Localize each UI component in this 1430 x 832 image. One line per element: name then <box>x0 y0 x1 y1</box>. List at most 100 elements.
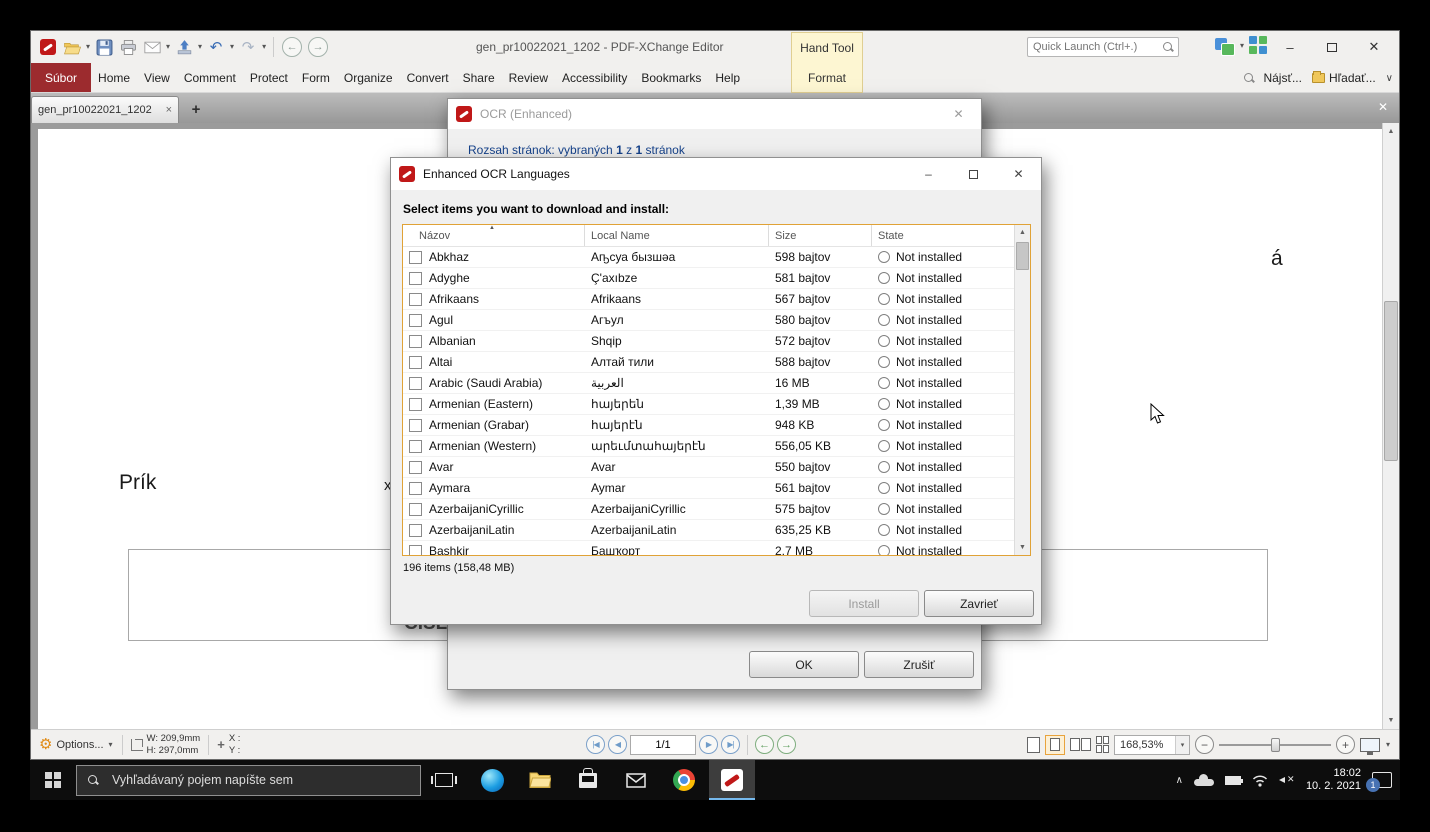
find-button[interactable]: Nájsť... <box>1243 71 1302 85</box>
language-checkbox[interactable] <box>409 481 422 495</box>
close-dialog-button[interactable]: Zavrieť <box>924 590 1034 617</box>
menu-item-accessibility[interactable]: Accessibility <box>555 63 634 92</box>
redo-dropdown-icon[interactable]: ▾ <box>262 43 266 51</box>
dialog-maximize-icon[interactable] <box>951 158 996 190</box>
redo-icon[interactable]: ↷ <box>237 36 259 58</box>
zoom-out-button[interactable]: − <box>1194 735 1214 754</box>
language-row[interactable]: Avar Avar 550 bajtov Not installed <box>403 457 1030 478</box>
column-header-local-name[interactable]: Local Name <box>585 225 769 246</box>
table-scrollbar-thumb[interactable] <box>1016 242 1029 270</box>
language-row[interactable]: Aymara Aymar 561 bajtov Not installed <box>403 478 1030 499</box>
cancel-button[interactable]: Zrušiť <box>864 651 974 678</box>
ocr-close-icon[interactable]: ✕ <box>936 99 981 129</box>
language-checkbox[interactable] <box>409 334 422 348</box>
launch-applications-icon[interactable] <box>1249 36 1269 56</box>
language-checkbox[interactable] <box>409 271 422 285</box>
minimize-button[interactable]: – <box>1269 31 1311 63</box>
language-row[interactable]: Abkhaz Аҧсуа бызшәа 598 bajtov Not installe… <box>403 247 1030 268</box>
language-checkbox[interactable] <box>409 544 422 555</box>
menu-item-sbor[interactable]: Súbor <box>31 63 92 92</box>
battery-icon[interactable] <box>1224 775 1243 785</box>
column-header-size[interactable]: Size <box>769 225 872 246</box>
table-scroll-down-icon[interactable]: ▼ <box>1015 540 1030 555</box>
menu-item-home[interactable]: Home <box>91 63 137 92</box>
language-checkbox[interactable] <box>409 376 422 390</box>
table-scroll-up-icon[interactable]: ▲ <box>1015 225 1030 240</box>
close-button[interactable]: ✕ <box>1353 31 1395 63</box>
options-button[interactable]: Options... <box>56 739 103 751</box>
file-explorer-button[interactable] <box>517 760 563 800</box>
scroll-up-icon[interactable]: ▲ <box>1383 123 1399 140</box>
zoom-dropdown-icon[interactable]: ▾ <box>1174 735 1189 754</box>
fullscreen-icon[interactable] <box>1359 737 1380 755</box>
save-icon[interactable] <box>93 36 115 58</box>
language-checkbox[interactable] <box>409 250 422 264</box>
quick-launch-box[interactable] <box>1027 37 1179 57</box>
search-button[interactable]: Hľadať... <box>1311 71 1376 85</box>
install-button[interactable]: Install <box>809 590 919 617</box>
zoom-slider[interactable] <box>1218 735 1331 755</box>
edge-app-button[interactable] <box>469 760 515 800</box>
language-row[interactable]: Armenian (Western) արեւմտահայերէն 556,05 K… <box>403 436 1030 457</box>
language-row[interactable]: Albanian Shqip 572 bajtov Not installed <box>403 331 1030 352</box>
next-view-button[interactable]: → <box>777 735 796 754</box>
pdf-xchange-app-button[interactable] <box>709 760 755 800</box>
dialog-minimize-icon[interactable]: – <box>906 158 951 190</box>
language-row[interactable]: Arabic (Saudi Arabia) العربية 16 MB Not ins… <box>403 373 1030 394</box>
start-button[interactable] <box>30 760 76 800</box>
first-page-button[interactable]: |◀ <box>586 735 605 754</box>
language-row[interactable]: Altai Алтай тили 588 bajtov Not installed <box>403 352 1030 373</box>
previous-view-button[interactable]: ← <box>755 735 774 754</box>
tab-close-icon[interactable]: × <box>166 104 172 116</box>
quick-launch-input[interactable] <box>1028 41 1162 53</box>
open-dropdown-icon[interactable]: ▾ <box>86 43 90 51</box>
history-forward-icon[interactable]: → <box>308 37 329 57</box>
menu-item-convert[interactable]: Convert <box>400 63 456 92</box>
ribbon-collapse-icon[interactable]: ∨ <box>1386 73 1393 84</box>
language-checkbox[interactable] <box>409 397 422 411</box>
column-header-state[interactable]: State <box>872 225 1016 246</box>
previous-page-button[interactable]: ◀ <box>608 735 627 754</box>
two-page-view-icon[interactable] <box>1069 738 1091 751</box>
new-tab-button[interactable]: + <box>185 98 207 120</box>
language-checkbox[interactable] <box>409 502 422 516</box>
next-page-button[interactable]: ▶ <box>699 735 718 754</box>
upload-dropdown-icon[interactable]: ▾ <box>198 43 202 51</box>
language-checkbox[interactable] <box>409 355 422 369</box>
language-row[interactable]: Bashkir Башҡорт 2,7 MB Not installed <box>403 541 1030 555</box>
menu-item-view[interactable]: View <box>137 63 177 92</box>
email-dropdown-icon[interactable]: ▾ <box>166 43 170 51</box>
menu-item-form[interactable]: Form <box>295 63 337 92</box>
email-icon[interactable] <box>141 36 163 58</box>
multi-page-view-icon[interactable] <box>1095 736 1109 753</box>
fit-page-icon[interactable] <box>1044 734 1065 755</box>
scroll-down-icon[interactable]: ▼ <box>1383 712 1399 729</box>
language-checkbox[interactable] <box>409 460 422 474</box>
show-hidden-icons-button[interactable]: ∧ <box>1176 775 1183 786</box>
last-page-button[interactable]: ▶| <box>721 735 740 754</box>
table-header[interactable]: ▲ Názov Local Name Size State <box>403 225 1030 247</box>
menu-item-organize[interactable]: Organize <box>337 63 400 92</box>
tab-format[interactable]: Format <box>791 63 863 93</box>
volume-muted-icon[interactable] <box>1278 774 1295 786</box>
language-checkbox[interactable] <box>409 292 422 306</box>
ocr-dialog-titlebar[interactable]: OCR (Enhanced) ✕ <box>448 99 981 129</box>
zoom-in-button[interactable]: + <box>1335 735 1355 754</box>
maximize-button[interactable] <box>1311 31 1353 63</box>
table-scrollbar[interactable]: ▲ ▼ <box>1014 225 1030 555</box>
taskbar-search-box[interactable]: Vyhľadávaný pojem napíšte sem <box>76 764 421 796</box>
page-number-field[interactable] <box>630 734 696 755</box>
language-table[interactable]: ▲ Názov Local Name Size State Abkhaz Аҧсу… <box>402 224 1031 556</box>
ui-options-dropdown-icon[interactable]: ▾ <box>1240 42 1244 50</box>
clock[interactable]: 18:02 10. 2. 2021 <box>1306 767 1361 794</box>
scrollbar-thumb[interactable] <box>1384 301 1398 461</box>
language-checkbox[interactable] <box>409 313 422 327</box>
menu-item-comment[interactable]: Comment <box>177 63 243 92</box>
vertical-scrollbar[interactable]: ▲ ▼ <box>1382 123 1399 729</box>
print-icon[interactable] <box>117 36 139 58</box>
onedrive-icon[interactable] <box>1193 774 1214 786</box>
dialog-close-icon[interactable]: ✕ <box>996 158 1041 190</box>
zoom-combo[interactable]: 168,53% ▾ <box>1113 734 1190 755</box>
undo-dropdown-icon[interactable]: ▾ <box>230 43 234 51</box>
language-checkbox[interactable] <box>409 439 422 453</box>
